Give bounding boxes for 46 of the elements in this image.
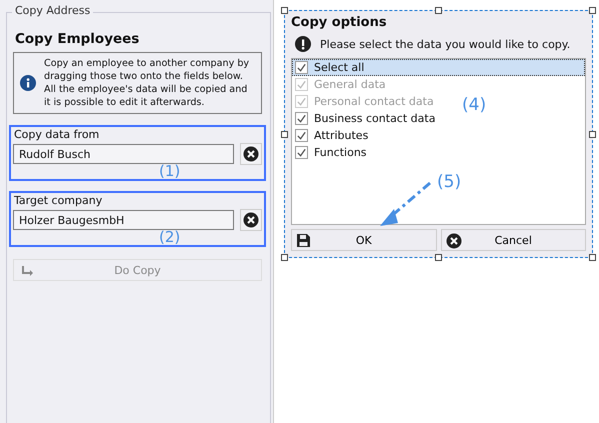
check-icon [296, 130, 307, 141]
resize-handle[interactable] [589, 131, 596, 138]
cancel-button[interactable]: Cancel [440, 229, 586, 251]
resize-handle[interactable] [281, 254, 288, 261]
clear-icon [243, 146, 259, 162]
resize-handle[interactable] [589, 7, 596, 14]
info-text: Copy an employee to another company by dragging those two onto the fields below. All the employee's data will be copied and it is possible to edit it afterwards. [44, 57, 250, 109]
text-field[interactable]: Rudolf Busch [13, 144, 234, 164]
annotation-label: (2) [159, 230, 180, 245]
turn-arrow-icon [20, 264, 34, 278]
check-icon [296, 96, 307, 107]
option-item[interactable]: Select all [292, 59, 585, 76]
clear-button[interactable] [240, 209, 262, 231]
check-icon [296, 147, 307, 158]
cancel-icon [446, 233, 462, 249]
annotation-label: (1) [159, 164, 180, 179]
checkbox[interactable] [295, 61, 308, 74]
panel-heading: Copy Employees [15, 31, 140, 47]
checkbox[interactable] [295, 112, 308, 125]
option-item[interactable]: Attributes [292, 127, 372, 144]
resize-handle[interactable] [281, 131, 288, 138]
resize-handle[interactable] [435, 7, 442, 14]
check-icon [296, 62, 307, 73]
option-item[interactable]: Business contact data [292, 110, 438, 127]
field-label: Copy data from [14, 128, 100, 141]
resize-handle[interactable] [281, 7, 288, 14]
annotation-label: (4) [462, 95, 486, 115]
exclamation-icon [295, 36, 311, 52]
annotation-label: (5) [437, 172, 462, 192]
checkbox[interactable] [295, 146, 308, 159]
info-icon [20, 75, 36, 91]
clear-button[interactable] [240, 143, 262, 165]
dash-dot-arrow [380, 182, 431, 226]
checkbox[interactable] [295, 129, 308, 142]
check-icon [296, 113, 307, 124]
group-title: Copy Address [12, 4, 94, 17]
text-field[interactable]: Holzer BaugesmbH [13, 210, 234, 230]
ok-button[interactable]: OK [291, 229, 436, 251]
field-label: Target company [14, 194, 104, 207]
dialog-message: Please select the data you would like to copy. [320, 38, 570, 50]
resize-handle[interactable] [589, 254, 596, 261]
clear-icon [243, 212, 259, 228]
option-item[interactable]: Functions [292, 144, 370, 161]
resize-handle[interactable] [435, 254, 442, 261]
dialog-title: Copy options [291, 15, 388, 30]
check-icon [296, 79, 307, 90]
